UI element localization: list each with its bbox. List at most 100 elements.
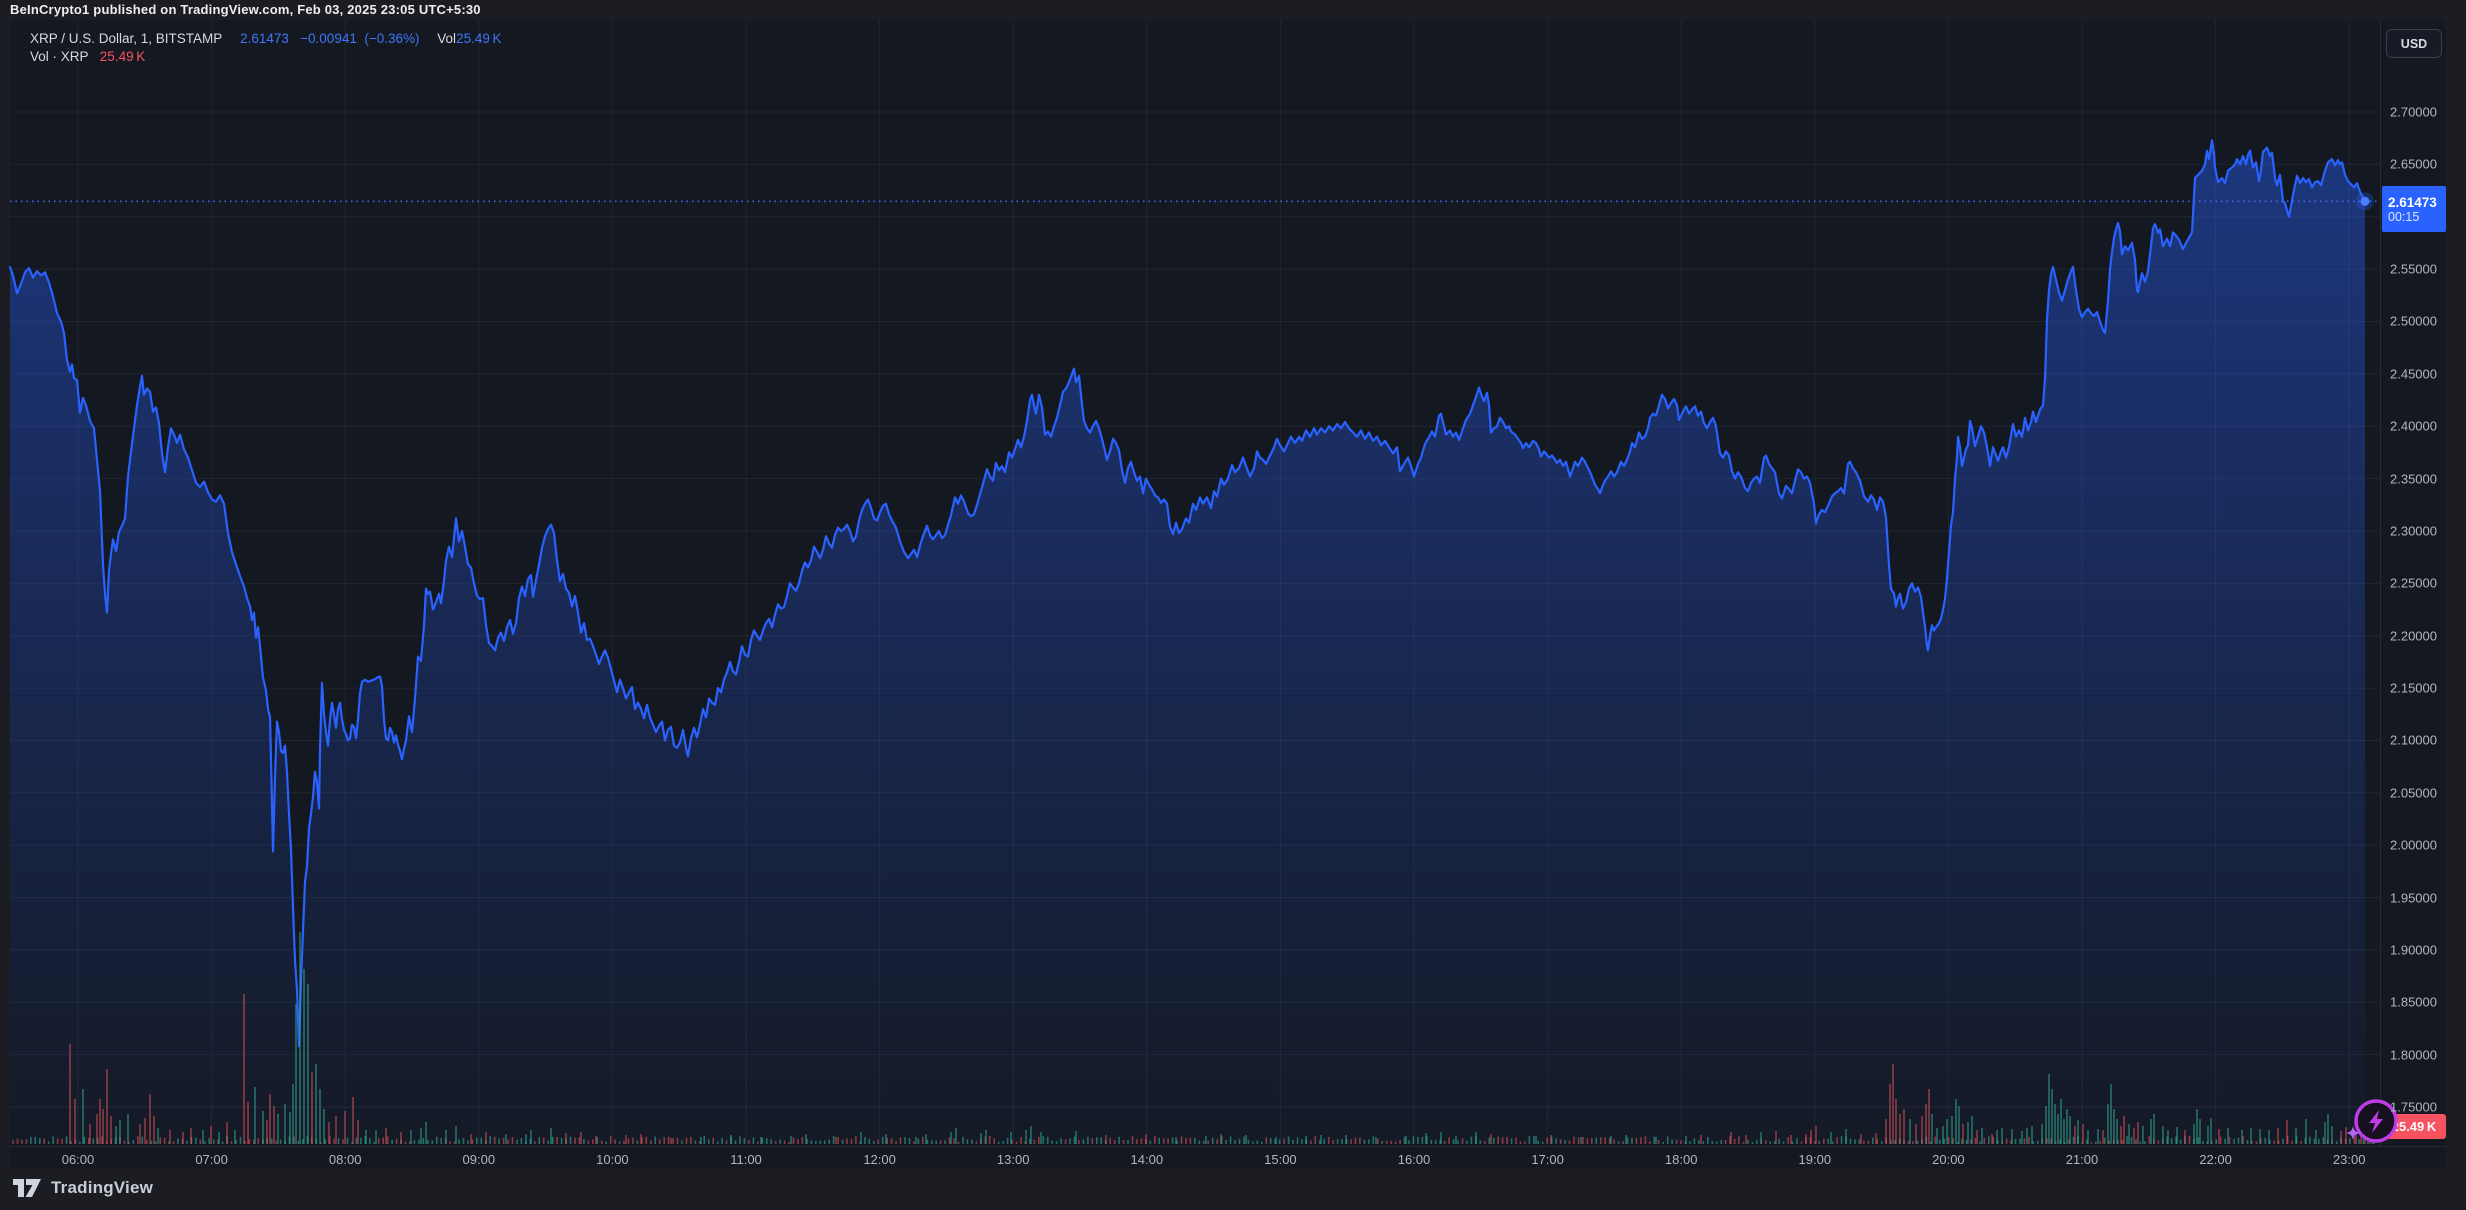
tradingview-logo-icon [12,1178,42,1198]
volume-bar [1270,1138,1272,1144]
tradingview-logo-link[interactable]: TradingView [12,1178,153,1198]
volume-bar-spike [1860,1134,1862,1144]
volume-bar-spike [328,1122,330,1144]
volume-bar [1542,1142,1544,1144]
volume-bar [2314,1139,2316,1144]
volume-bar [2091,1142,2093,1144]
volume-bar-spike [1830,1132,1832,1144]
volume-bar [695,1141,697,1144]
volume-bar [258,1138,260,1144]
volume-bar [1203,1141,1205,1144]
volume-bar [2238,1138,2240,1144]
volume-bar [1185,1138,1187,1144]
volume-bar [561,1138,563,1144]
volume-bar [1158,1138,1160,1144]
volume-bar [1038,1137,1040,1144]
volume-bar [1627,1137,1629,1144]
volume-bar [186,1141,188,1144]
volume-bar [1288,1137,1290,1145]
volume-bar [1649,1141,1651,1144]
currency-toggle-button[interactable]: USD [2386,29,2442,58]
volume-bar-spike [2331,1126,2333,1144]
volume-bar [1337,1139,1339,1144]
volume-bar [2273,1140,2275,1144]
price-tick-label: 2.10000 [2390,733,2437,748]
time-tick-label: 20:00 [1932,1152,1965,1167]
volume-bar-spike [1475,1132,1477,1144]
volume-bar [1034,1140,1036,1144]
volume-bar-spike [1915,1124,1917,1144]
volume-bar [1613,1139,1615,1144]
volume-bar [164,1138,166,1144]
volume-bar-spike [2077,1120,2079,1144]
volume-bar [1114,1140,1116,1144]
volume-bar [744,1138,746,1144]
volume-bar [539,1137,541,1144]
volume-bar-spike [1899,1114,1901,1144]
volume-bar-spike [1700,1135,1702,1144]
volume-bar [338,1138,340,1144]
volume-bar-spike [950,1132,952,1144]
volume-bar [52,1137,54,1145]
volume-bar-spike [1275,1137,1277,1144]
volume-bar [275,1141,277,1144]
volume-bar [200,1140,202,1144]
volume-bar [1069,1138,1071,1144]
time-tick-label: 18:00 [1665,1152,1698,1167]
volume-bar-spike [640,1134,642,1144]
volume-bar [2073,1137,2075,1144]
volume-bar [1654,1137,1656,1144]
volume-bar [1493,1138,1495,1144]
volume-bar [846,1139,848,1145]
volume-bar [1408,1140,1410,1144]
volume-bar [1109,1138,1111,1144]
volume-bar-spike [323,1109,325,1144]
volume-bar [1622,1141,1624,1144]
volume-bar [173,1141,175,1144]
volume-bar-spike [595,1136,597,1144]
volume-bar [1689,1141,1691,1144]
volume-bar-spike [149,1094,151,1144]
price-tick-label: 1.80000 [2390,1047,2437,1062]
volume-bar-spike [315,1064,317,1144]
volume-bar [802,1137,804,1144]
volume-bar [1778,1139,1780,1144]
volume-bar-spike [980,1133,982,1144]
volume-bar [851,1139,853,1144]
volume-bar-spike [2120,1126,2122,1144]
volume-bar [1252,1141,1254,1144]
volume-bar [1194,1138,1196,1144]
volume-bar-spike [202,1130,204,1144]
volume-bar [1118,1137,1120,1144]
volume-bar [1208,1141,1210,1144]
volume-bar [1154,1136,1156,1144]
volume-bar [1752,1142,1754,1144]
volume-bar [2140,1142,2142,1145]
price-chart-canvas[interactable] [0,0,2466,1210]
volume-bar-spike [1745,1135,1747,1144]
volume-bar [2095,1142,2097,1144]
volume-bar-spike [2210,1118,2212,1144]
volume-bar [1707,1137,1709,1144]
volume-bar [1511,1139,1513,1144]
volume-bar-spike [2031,1126,2033,1144]
volume-bar [1007,1138,1009,1144]
volume-bar-spike [2057,1114,2059,1144]
volume-bar-spike [1991,1134,1993,1144]
volume-bar [1150,1141,1152,1144]
volume-bar-spike [455,1126,457,1144]
volume-bar [1341,1139,1343,1144]
volume-bar [396,1139,398,1144]
volume-bar [1266,1138,1268,1144]
volume-bar-spike [1220,1134,1222,1144]
volume-bar [2256,1141,2258,1144]
volume-bar-spike [2113,1109,2115,1144]
volume-bar [654,1137,656,1145]
volume-bar-spike [530,1130,532,1144]
volume-bar-spike [2087,1130,2089,1144]
volume-bar [1132,1136,1134,1144]
volume-bar [1859,1139,1861,1144]
volume-bar [1051,1141,1053,1145]
volume-bar-spike [1610,1136,1612,1144]
volume-bar-spike [1903,1109,1905,1144]
